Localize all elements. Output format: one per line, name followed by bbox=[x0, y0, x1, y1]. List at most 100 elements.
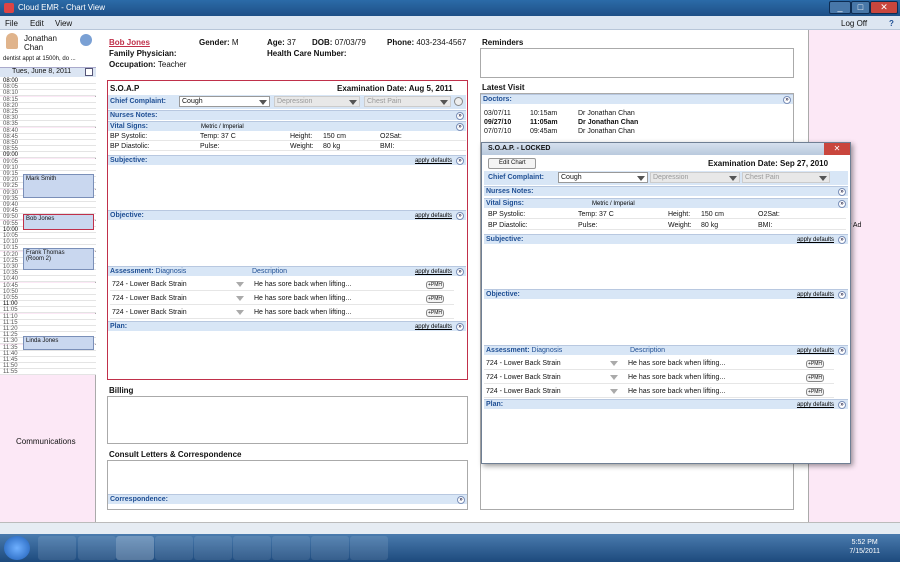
add-complaint-icon[interactable] bbox=[454, 97, 463, 106]
chevron-down-icon[interactable] bbox=[610, 361, 618, 366]
time-slot[interactable]: 11:00 bbox=[0, 301, 96, 308]
chevron-down-icon[interactable] bbox=[236, 310, 244, 315]
diagnosis-code[interactable]: 724 - Lower Back Strain bbox=[112, 278, 187, 291]
app-taskbar-icon[interactable] bbox=[116, 536, 154, 560]
doctors-section[interactable]: Doctors:» bbox=[481, 94, 793, 104]
chevron-icon[interactable]: » bbox=[838, 347, 846, 355]
diagnosis-code[interactable]: 724 - Lower Back Strain bbox=[486, 357, 561, 370]
chevron-icon[interactable]: » bbox=[456, 112, 464, 120]
time-slot[interactable]: 09:05 bbox=[0, 158, 96, 165]
diagnosis-description[interactable]: He has sore back when lifting... bbox=[628, 357, 725, 370]
visit-row[interactable]: 03/07/11 10:15am Dr Jonathan Chan bbox=[484, 110, 784, 118]
photoshop-taskbar-icon[interactable] bbox=[350, 536, 388, 560]
apply-defaults-link[interactable]: apply defaults bbox=[415, 156, 452, 166]
time-slot[interactable]: 08:10 bbox=[0, 90, 96, 97]
close-button[interactable]: ✕ bbox=[870, 1, 898, 14]
pmh-button[interactable]: +PMH bbox=[425, 295, 444, 303]
chevron-icon[interactable]: » bbox=[456, 268, 464, 276]
complaint-dropdown-2[interactable]: Depression bbox=[274, 96, 360, 107]
chevron-icon[interactable]: » bbox=[456, 323, 464, 331]
pmh-button[interactable]: +PMH bbox=[425, 309, 444, 317]
time-slot[interactable]: 08:20 bbox=[0, 102, 96, 109]
time-slot[interactable]: 11:55 bbox=[0, 369, 96, 376]
time-slot[interactable]: 09:10 bbox=[0, 164, 96, 171]
correspondence-section[interactable]: Correspondence:» bbox=[108, 494, 467, 504]
time-slot[interactable]: 08:50 bbox=[0, 140, 96, 146]
system-clock[interactable]: 5:52 PM 7/15/2011 bbox=[849, 538, 880, 556]
time-slot[interactable]: 09:00 bbox=[0, 152, 96, 159]
reminders-box[interactable] bbox=[480, 48, 794, 78]
time-slot[interactable]: 08:40 bbox=[0, 127, 96, 134]
time-slot[interactable]: 08:55 bbox=[0, 146, 96, 153]
diagnosis-code[interactable]: 724 - Lower Back Strain bbox=[486, 371, 561, 384]
media-taskbar-icon[interactable] bbox=[194, 536, 232, 560]
time-slot[interactable]: 10:55 bbox=[0, 295, 96, 301]
locked-plan[interactable]: Plan: apply defaults» bbox=[484, 399, 848, 409]
menu-view[interactable]: View bbox=[55, 19, 72, 28]
diagnosis-row[interactable]: 724 - Lower Back Strain He has sore back … bbox=[110, 292, 454, 305]
chevron-icon[interactable]: » bbox=[456, 212, 464, 220]
time-slot[interactable]: 11:15 bbox=[0, 319, 96, 326]
diagnosis-description[interactable]: He has sore back when lifting... bbox=[628, 385, 725, 398]
chevron-icon[interactable]: » bbox=[456, 123, 464, 131]
diagnosis-description[interactable]: He has sore back when lifting... bbox=[254, 278, 351, 291]
chevron-icon[interactable]: » bbox=[457, 496, 465, 504]
assessment-section[interactable]: Assessment: Diagnosis Description apply de… bbox=[108, 266, 466, 276]
diagnosis-row[interactable]: 724 - Lower Back Strain He has sore back … bbox=[484, 371, 834, 384]
logoff-link[interactable]: Log Off bbox=[841, 19, 867, 28]
chevron-icon[interactable]: » bbox=[783, 96, 791, 104]
time-slot[interactable]: 10:10 bbox=[0, 239, 96, 246]
time-slot[interactable]: 08:35 bbox=[0, 121, 96, 128]
diagnosis-code[interactable]: 724 - Lower Back Strain bbox=[112, 292, 187, 305]
visit-row[interactable]: 09/27/10 11:05am Dr Jonathan Chan bbox=[484, 119, 784, 127]
time-slot[interactable]: 08:25 bbox=[0, 109, 96, 115]
metric-imperial-toggle[interactable]: Metric / Imperial bbox=[201, 122, 244, 132]
time-slot[interactable]: 11:50 bbox=[0, 363, 96, 370]
time-slot[interactable]: 11:40 bbox=[0, 350, 96, 357]
patient-name[interactable]: Bob Jones bbox=[109, 38, 150, 47]
apply-defaults-link[interactable]: apply defaults bbox=[415, 211, 452, 221]
complaint-dropdown-3[interactable]: Chest Pain bbox=[364, 96, 451, 107]
pmh-button[interactable]: +PMH bbox=[425, 281, 444, 289]
pmh-button[interactable]: +PMH bbox=[805, 374, 824, 382]
chevron-down-icon[interactable] bbox=[610, 375, 618, 380]
vs-taskbar-icon[interactable] bbox=[272, 536, 310, 560]
time-slot[interactable]: 10:45 bbox=[0, 282, 96, 289]
nurses-notes-section[interactable]: Nurses Notes:» bbox=[108, 110, 466, 120]
menu-edit[interactable]: Edit bbox=[30, 19, 44, 28]
appointment-linda-jones[interactable]: Linda Jones bbox=[23, 336, 94, 350]
time-slot[interactable]: 11:45 bbox=[0, 357, 96, 363]
folder-taskbar-icon[interactable] bbox=[233, 536, 271, 560]
word-taskbar-icon[interactable] bbox=[311, 536, 349, 560]
subjective-section[interactable]: Subjective: apply defaults» bbox=[108, 155, 466, 165]
chevron-down-icon[interactable] bbox=[610, 389, 618, 394]
chevron-icon[interactable]: » bbox=[456, 157, 464, 165]
time-slot[interactable]: 11:20 bbox=[0, 326, 96, 332]
chevron-icon[interactable]: » bbox=[838, 188, 846, 196]
restore-button[interactable]: □ bbox=[851, 1, 870, 14]
locked-objective[interactable]: Objective: apply defaults» bbox=[484, 289, 848, 299]
time-slot[interactable]: 10:50 bbox=[0, 288, 96, 295]
visit-row[interactable]: 07/07/10 09:45am Dr Jonathan Chan bbox=[484, 128, 784, 136]
minimize-button[interactable]: _ bbox=[829, 1, 851, 14]
pmh-button[interactable]: +PMH bbox=[805, 388, 824, 396]
plan-section[interactable]: Plan: apply defaults» bbox=[108, 321, 466, 331]
apply-defaults-link[interactable]: apply defaults bbox=[797, 290, 834, 300]
time-slot[interactable]: 08:30 bbox=[0, 115, 96, 122]
vital-signs-section[interactable]: Vital Signs: Metric / Imperial» bbox=[108, 121, 466, 131]
explorer-taskbar-icon[interactable] bbox=[155, 536, 193, 560]
time-slot[interactable]: 09:40 bbox=[0, 202, 96, 208]
diagnosis-code[interactable]: 724 - Lower Back Strain bbox=[486, 385, 561, 398]
appointment-frank-thomas[interactable]: Frank Thomas (Room 2) bbox=[23, 248, 94, 270]
chevron-icon[interactable]: » bbox=[838, 401, 846, 409]
edit-chart-button[interactable]: Edit Chart bbox=[488, 158, 536, 169]
start-button[interactable] bbox=[4, 536, 30, 560]
locked-vital-signs[interactable]: Vital Signs: Metric / Imperial» bbox=[484, 198, 848, 208]
time-slot[interactable]: 10:05 bbox=[0, 233, 96, 239]
diagnosis-row[interactable]: 724 - Lower Back Strain He has sore back … bbox=[484, 385, 834, 398]
diagnosis-row[interactable]: 724 - Lower Back Strain He has sore back … bbox=[110, 306, 454, 319]
chevron-down-icon[interactable] bbox=[236, 282, 244, 287]
apply-defaults-link[interactable]: apply defaults bbox=[797, 346, 834, 356]
chrome-taskbar-icon[interactable] bbox=[38, 536, 76, 560]
sync-icon[interactable] bbox=[80, 34, 92, 46]
